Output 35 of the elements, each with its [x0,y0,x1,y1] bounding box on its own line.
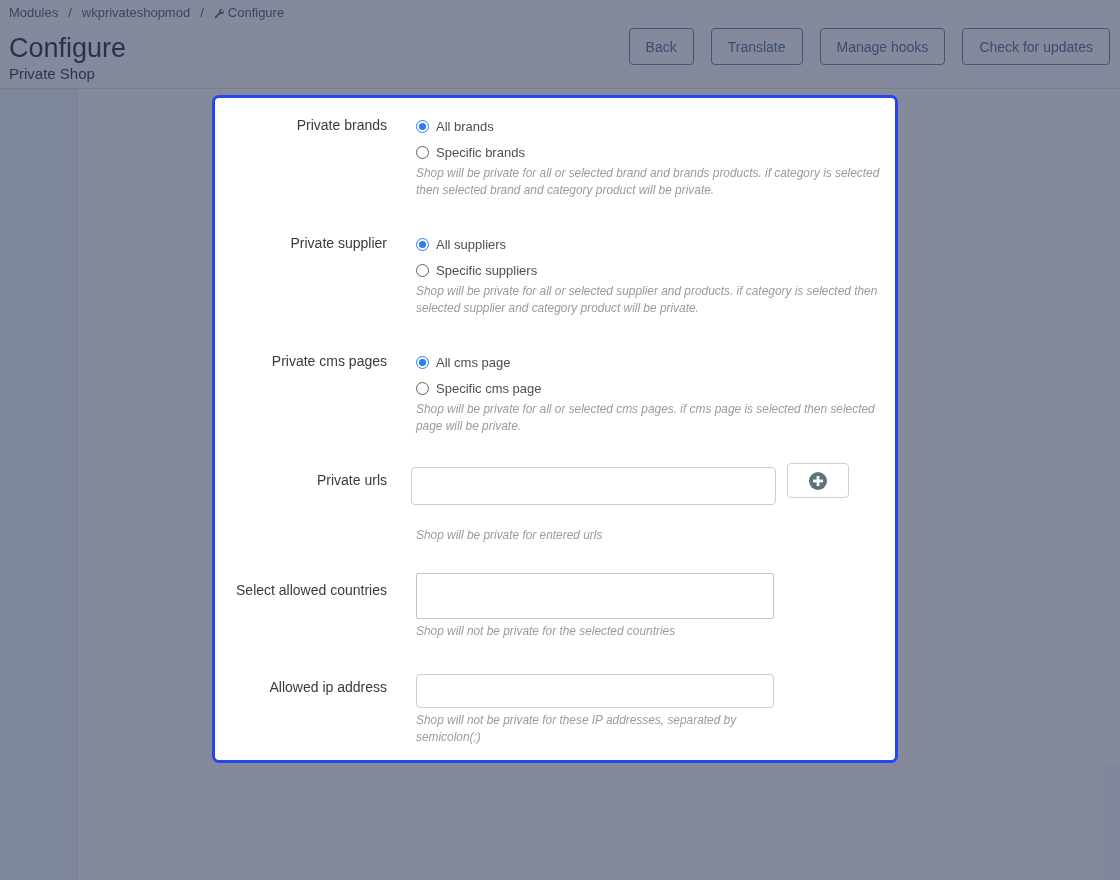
country-select-field[interactable] [416,573,774,619]
ip-address-input[interactable] [416,674,774,708]
radio-label[interactable]: All suppliers [436,236,507,252]
field-label: Private urls [315,471,387,490]
help-text: Shop will be private for entered urls [416,527,604,544]
help-text: Shop will be private for all or selected brand and brands products. if category is selected then selected brand and category product will be private. [416,165,881,199]
radio-button[interactable] [416,355,429,369]
radio-button[interactable] [416,381,429,395]
field-label: Allowed ip address [268,678,387,697]
radio-button[interactable] [416,263,429,277]
radio-label[interactable]: Specific brands [436,144,525,160]
radio-label[interactable]: Specific cms page [436,380,542,396]
help-text: Shop will not be private for the selected countries [416,623,677,640]
page-subtitle: Private Shop [9,65,96,83]
field-label: Private brands [295,116,387,135]
field-label: Private cms pages [270,352,387,371]
page-title: Configure [9,32,128,64]
field-label: Select allowed countries [235,581,387,600]
help-text: Shop will not be private for these IP addresses, separated by semicolon(;) [416,712,738,746]
breadcrumb-separator: / [200,5,204,21]
radio-button[interactable] [416,145,429,159]
breadcrumb-separator: / [68,5,72,21]
radio-label[interactable]: All brands [436,118,494,134]
help-text: Shop will be private for all or selected supplier and products. if category is selected then selected supplier and category product will be private. [416,283,879,317]
radio-label[interactable]: All cms page [436,354,511,370]
url-input-field[interactable] [411,467,776,505]
plus-circle-icon [809,471,827,490]
field-label: Private supplier [289,234,387,253]
add-url-button[interactable] [787,463,849,498]
breadcrumb-current: Configure [227,5,285,21]
wrench-icon [213,7,225,19]
radio-label[interactable]: Specific suppliers [436,262,538,278]
radio-button[interactable] [416,119,429,133]
help-text: Shop will be private for all or selected cms pages. if cms page is selected then selected page will be private. [416,401,876,435]
radio-button[interactable] [416,237,429,251]
